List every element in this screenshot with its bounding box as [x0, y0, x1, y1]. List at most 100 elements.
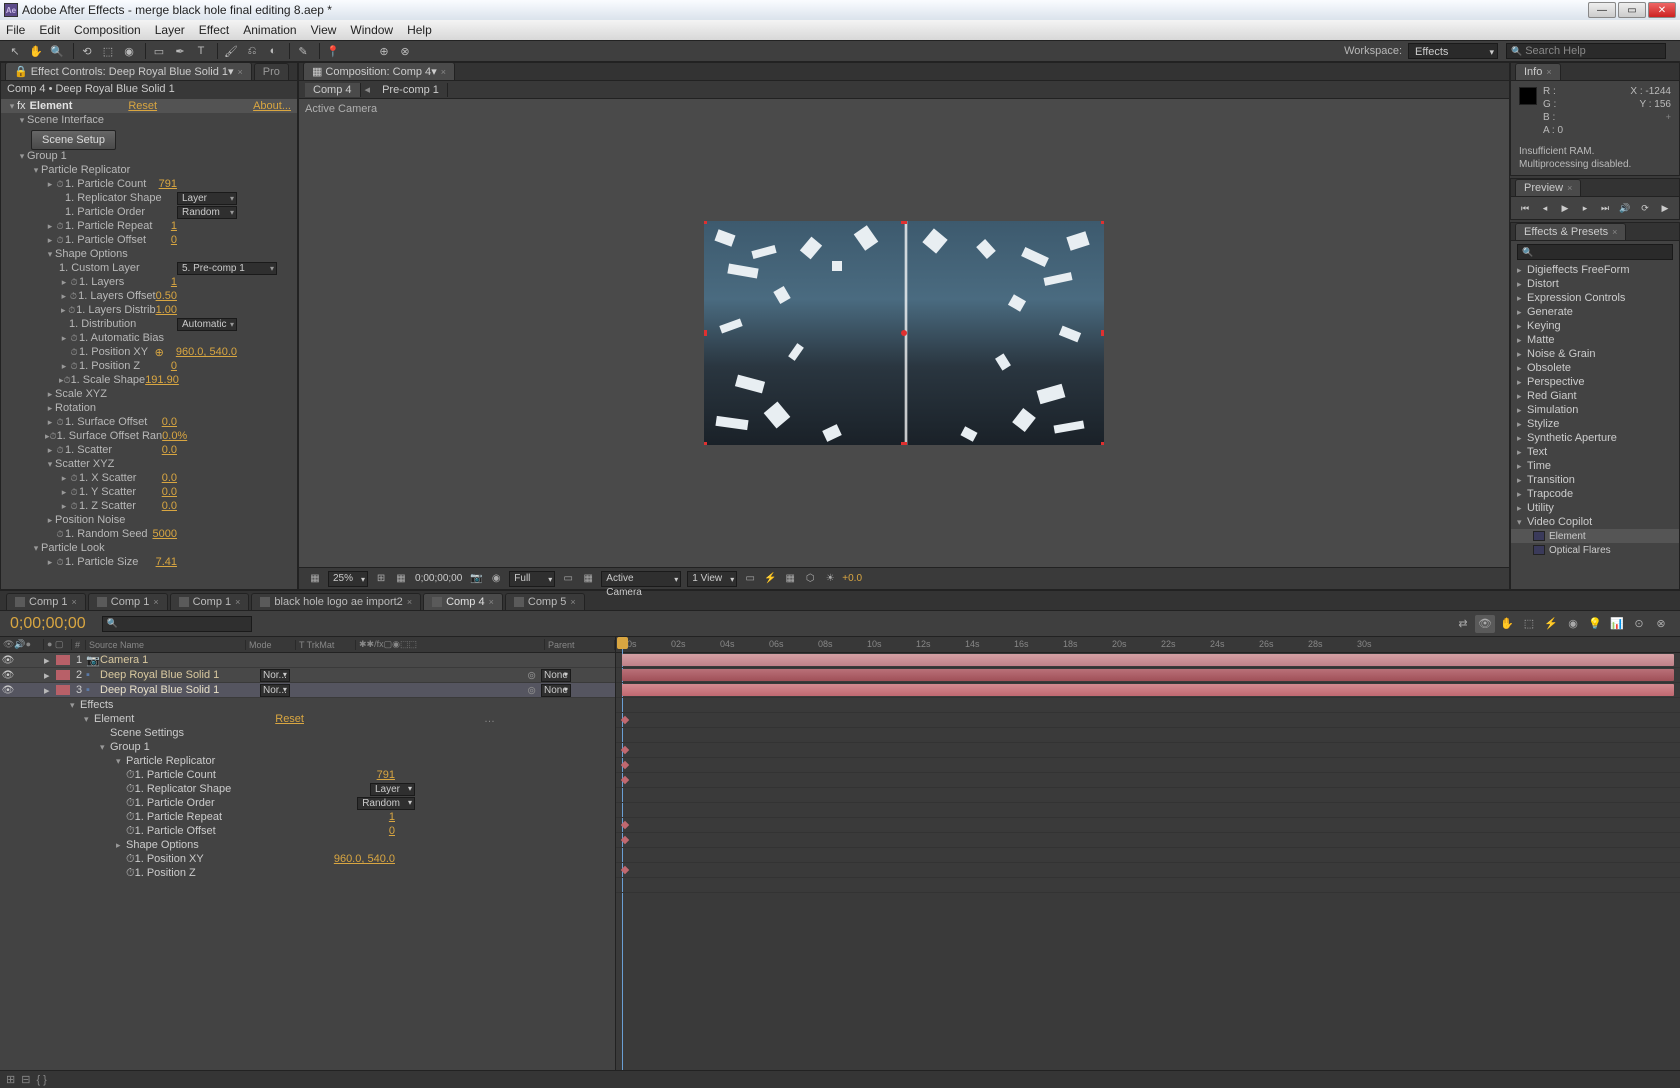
brush-tool-icon[interactable]: 🖌 — [222, 42, 240, 60]
flowchart-icon[interactable]: ⬡ — [801, 571, 819, 587]
loop-button[interactable]: ⟳ — [1637, 201, 1653, 215]
tl-brainstorm-icon[interactable]: 💡 — [1585, 615, 1605, 633]
prev-frame-button[interactable]: ◂ — [1537, 201, 1553, 215]
first-frame-button[interactable]: ⏮ — [1517, 201, 1533, 215]
layer-row[interactable]: 👁▸2▪Deep Royal Blue Solid 1Nor...⊚None — [0, 668, 615, 683]
prop-y-scatter[interactable]: ▸⏱1. Y Scatter0.0 — [1, 485, 297, 499]
timeline-timecode[interactable]: 0;00;00;00 — [10, 615, 86, 633]
menu-composition[interactable]: Composition — [74, 23, 141, 37]
ep-category[interactable]: ▸Keying — [1511, 319, 1679, 333]
puppet-tool-icon[interactable]: 📍 — [324, 42, 342, 60]
play-button[interactable]: ▶ — [1557, 201, 1573, 215]
ep-category[interactable]: ▸Simulation — [1511, 403, 1679, 417]
channel-icon[interactable]: ◉ — [487, 571, 505, 587]
timeline-tab[interactable]: Comp 4× — [423, 593, 503, 610]
timeline-ruler[interactable]: 00s02s04s06s08s10s12s14s16s18s20s22s24s2… — [616, 637, 1680, 653]
timeline-prop[interactable]: ⏱1. Particle Count791 — [0, 768, 615, 782]
rect-tool-icon[interactable]: ▭ — [150, 42, 168, 60]
camera-tool-icon[interactable]: ⬚ — [99, 42, 117, 60]
prop-distribution[interactable]: 1. DistributionAutomatic — [1, 317, 297, 331]
scene-setup-button[interactable]: Scene Setup — [31, 130, 116, 150]
shape-options-group[interactable]: ▾Shape Options — [1, 247, 297, 261]
prop-auto-bias[interactable]: ▸⏱1. Automatic Bias — [1, 331, 297, 345]
next-frame-button[interactable]: ▸ — [1577, 201, 1593, 215]
ep-category[interactable]: ▸Stylize — [1511, 417, 1679, 431]
menu-help[interactable]: Help — [407, 23, 432, 37]
prop-surface-offset[interactable]: ▸⏱1. Surface Offset0.0 — [1, 415, 297, 429]
pan-behind-tool-icon[interactable]: ◉ — [120, 42, 138, 60]
timeline-prop[interactable]: ▸Shape Options — [0, 838, 615, 852]
menu-file[interactable]: File — [6, 23, 25, 37]
workspace-dropdown[interactable]: Effects — [1408, 43, 1498, 59]
menu-view[interactable]: View — [311, 23, 337, 37]
minimize-button[interactable]: — — [1588, 2, 1616, 18]
maximize-button[interactable]: ▭ — [1618, 2, 1646, 18]
grid-icon[interactable]: ▦ — [392, 571, 410, 587]
ep-category[interactable]: ▸Utility — [1511, 501, 1679, 515]
pixel-aspect-icon[interactable]: ▭ — [741, 571, 759, 587]
particle-look-group[interactable]: ▾Particle Look — [1, 541, 297, 555]
prop-layers[interactable]: ▸⏱1. Layers1 — [1, 275, 297, 289]
timeline-tab[interactable]: Comp 5× — [505, 593, 585, 610]
timeline-prop[interactable]: ⏱1. Particle Repeat1 — [0, 810, 615, 824]
tl-shy-icon[interactable]: 👁 — [1475, 615, 1495, 633]
group1[interactable]: ▾Group 1 — [1, 149, 297, 163]
transparency-icon[interactable]: ▦ — [579, 571, 597, 587]
layer-row[interactable]: 👁▸3▪Deep Royal Blue Solid 1Nor...⊚None — [0, 683, 615, 698]
tl-icon-10[interactable]: ⊗ — [1651, 615, 1671, 633]
timeline-tab[interactable]: black hole logo ae import2× — [251, 593, 421, 610]
resolution-dropdown[interactable]: Full — [509, 571, 555, 587]
local-axis-icon[interactable]: ⊕ — [375, 42, 393, 60]
timeline-prop[interactable]: ⏱1. Particle OrderRandom — [0, 796, 615, 810]
selection-tool-icon[interactable]: ↖ — [6, 42, 24, 60]
ep-category[interactable]: ▸Synthetic Aperture — [1511, 431, 1679, 445]
camera-dropdown[interactable]: Active Camera — [601, 571, 681, 587]
prop-layers-offset[interactable]: ▸⏱1. Layers Offset0.50 — [1, 289, 297, 303]
toggle-modes-icon[interactable]: ⊟ — [21, 1073, 30, 1086]
exposure-reset-icon[interactable]: ☀ — [821, 571, 839, 587]
timeline-icon[interactable]: ▦ — [781, 571, 799, 587]
ep-category-video-copilot[interactable]: ▾Video Copilot — [1511, 515, 1679, 529]
layer-bar-solid1[interactable] — [622, 669, 1674, 681]
prop-random-seed[interactable]: ⏱1. Random Seed5000 — [1, 527, 297, 541]
keyframe-icon[interactable] — [621, 866, 629, 874]
prop-surface-offset-ran[interactable]: ▸⏱1. Surface Offset Ran0.0% — [1, 429, 297, 443]
project-tab[interactable]: Pro — [254, 63, 289, 80]
effects-presets-tab[interactable]: Effects & Presets× — [1515, 223, 1626, 240]
timeline-prop[interactable]: ▾ElementReset… — [0, 712, 615, 726]
ep-category[interactable]: ▸Trapcode — [1511, 487, 1679, 501]
prop-scale-shape[interactable]: ▸⏱1. Scale Shape191.90 — [1, 373, 297, 387]
position-noise-group[interactable]: ▸Position Noise — [1, 513, 297, 527]
prop-position-xy[interactable]: ⏱1. Position XY⊕960.0, 540.0 — [1, 345, 297, 359]
rotate-tool-icon[interactable]: ⟲ — [78, 42, 96, 60]
magnify-icon[interactable]: ▦ — [306, 571, 324, 587]
timeline-search-input[interactable] — [102, 616, 252, 632]
timeline-prop[interactable]: ▾Effects — [0, 698, 615, 712]
timeline-prop[interactable]: ⏱1. Position XY960.0, 540.0 — [0, 852, 615, 866]
eraser-tool-icon[interactable]: ◐ — [264, 42, 282, 60]
layer-row[interactable]: 👁▸1📷Camera 1 — [0, 653, 615, 668]
reset-link[interactable]: Reset — [128, 100, 157, 112]
timeline-prop[interactable]: ▾Particle Replicator — [0, 754, 615, 768]
keyframe-icon[interactable] — [621, 716, 629, 724]
composition-viewer[interactable]: Active Camera — [299, 99, 1509, 567]
layer-bar-camera[interactable] — [622, 654, 1674, 666]
ep-category[interactable]: ▸Matte — [1511, 333, 1679, 347]
scale-xyz-group[interactable]: ▸Scale XYZ — [1, 387, 297, 401]
menu-animation[interactable]: Animation — [243, 23, 296, 37]
search-help-input[interactable]: Search Help — [1506, 43, 1666, 59]
composition-canvas[interactable] — [704, 221, 1104, 445]
close-button[interactable]: ✕ — [1648, 2, 1676, 18]
comp-crumb-2[interactable]: Pre-comp 1 — [374, 83, 448, 97]
composition-tab[interactable]: ▦ Composition: Comp 4 ▾× — [303, 62, 455, 80]
prop-particle-order[interactable]: 1. Particle OrderRandom — [1, 205, 297, 219]
prop-particle-offset[interactable]: ▸⏱1. Particle Offset0 — [1, 233, 297, 247]
effects-search-input[interactable] — [1517, 244, 1673, 260]
fast-preview-icon[interactable]: ⚡ — [761, 571, 779, 587]
menu-layer[interactable]: Layer — [155, 23, 185, 37]
snapshot-icon[interactable]: 📷 — [467, 571, 485, 587]
keyframe-icon[interactable] — [621, 836, 629, 844]
timecode-display[interactable]: 0;00;00;00 — [415, 573, 462, 584]
layer-bar-solid2[interactable] — [622, 684, 1674, 696]
view-dropdown[interactable]: 1 View — [687, 571, 737, 587]
